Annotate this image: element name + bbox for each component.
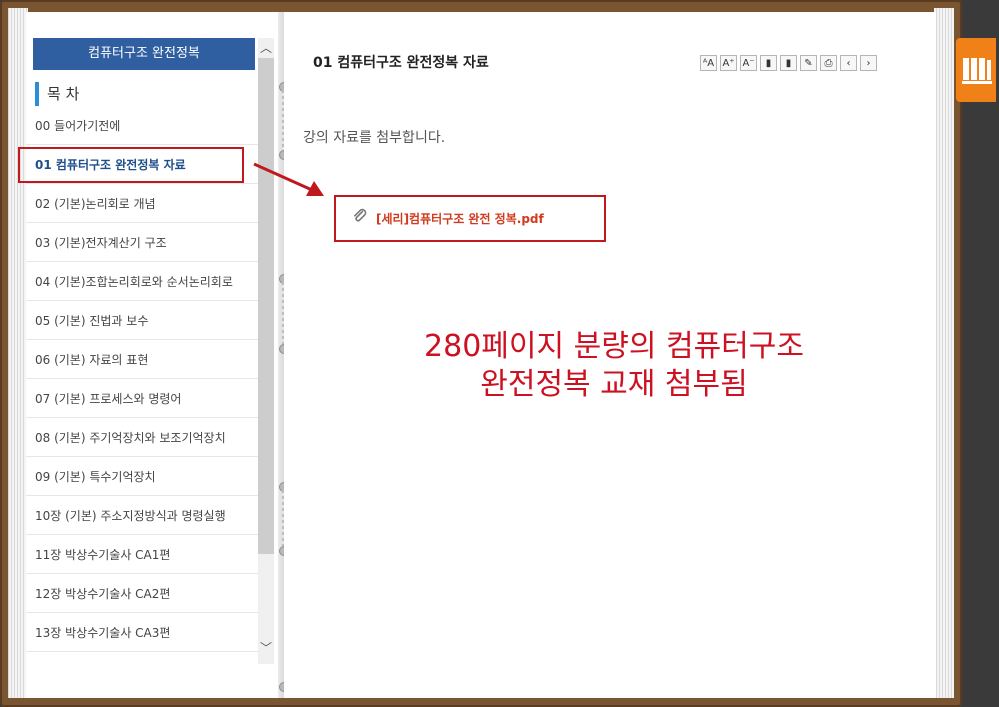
toc-item[interactable]: 04 (기본)조합논리회로와 순서논리회로: [26, 262, 258, 301]
toc-item[interactable]: 07 (기본) 프로세스와 명령어: [26, 379, 258, 418]
callout-box-attachment: [334, 195, 606, 242]
annotation-text: 280페이지 분량의 컴퓨터구조 완전정복 교재 첨부됨: [344, 328, 884, 404]
font-increase-icon[interactable]: A⁺: [720, 55, 737, 71]
annotation-line-1: 280페이지 분량의 컴퓨터구조: [424, 329, 804, 364]
content-title: 01 컴퓨터구조 완전정복 자료: [313, 55, 489, 71]
toc-item[interactable]: 05 (기본) 진법과 보수: [26, 301, 258, 340]
toc-item[interactable]: 06 (기본) 자료의 표현: [26, 340, 258, 379]
font-decrease-icon[interactable]: A⁻: [740, 55, 757, 71]
callout-box-toc: [18, 147, 244, 183]
toc-item[interactable]: 13장 박상수기술사 CA3편: [26, 613, 258, 652]
scroll-up-icon[interactable]: ︿: [258, 38, 274, 58]
annotation-line-2: 완전정복 교재 첨부됨: [480, 367, 748, 402]
toc-item[interactable]: 00 들어가기전에: [26, 106, 258, 145]
print-icon[interactable]: ⎙: [820, 55, 837, 71]
toc-item[interactable]: 02 (기본)논리회로 개념: [26, 184, 258, 223]
next-page-icon[interactable]: ›: [860, 55, 877, 71]
toc-item[interactable]: 08 (기본) 주기억장치와 보조기억장치: [26, 418, 258, 457]
library-tab[interactable]: [956, 38, 996, 102]
toc-item[interactable]: 10장 (기본) 주소지정방식과 명령실행: [26, 496, 258, 535]
reader-toolbar: ᴬA A⁺ A⁻ ▮ ▮ ✎ ⎙ ‹ ›: [700, 55, 877, 71]
toc-header[interactable]: 컴퓨터구조 완전정복: [33, 38, 255, 70]
intro-text: 강의 자료를 첨부합니다.: [303, 130, 446, 146]
page-edges-right: [934, 8, 954, 698]
toc-item[interactable]: 09 (기본) 특수기억장치: [26, 457, 258, 496]
toc-list: 00 들어가기전에 01 컴퓨터구조 완전정복 자료 02 (기본)논리회로 개념 0…: [26, 106, 258, 652]
toc-scroll-thumb[interactable]: [258, 58, 274, 554]
toc-item[interactable]: 12장 박상수기술사 CA2편: [26, 574, 258, 613]
memo-icon[interactable]: ✎: [800, 55, 817, 71]
bookmark-icon[interactable]: ▮: [760, 55, 777, 71]
bookshelf-icon: [962, 58, 992, 84]
bookmark-list-icon[interactable]: ▮: [780, 55, 797, 71]
toc-item[interactable]: 11장 박상수기술사 CA1편: [26, 535, 258, 574]
font-size-icon[interactable]: ᴬA: [700, 55, 717, 71]
toc-title: 목 차: [35, 82, 79, 106]
scroll-down-icon[interactable]: ﹀: [258, 638, 274, 658]
toc-page: 컴퓨터구조 완전정복 목 차 00 들어가기전에 01 컴퓨터구조 완전정복 자료…: [26, 12, 282, 698]
toc-item[interactable]: 03 (기본)전자계산기 구조: [26, 223, 258, 262]
prev-page-icon[interactable]: ‹: [840, 55, 857, 71]
page-edges-left: [8, 8, 28, 698]
content-page: 01 컴퓨터구조 완전정복 자료 ᴬA A⁺ A⁻ ▮ ▮ ✎ ⎙ ‹ › 강의 자료를 첨부합…: [284, 12, 936, 698]
